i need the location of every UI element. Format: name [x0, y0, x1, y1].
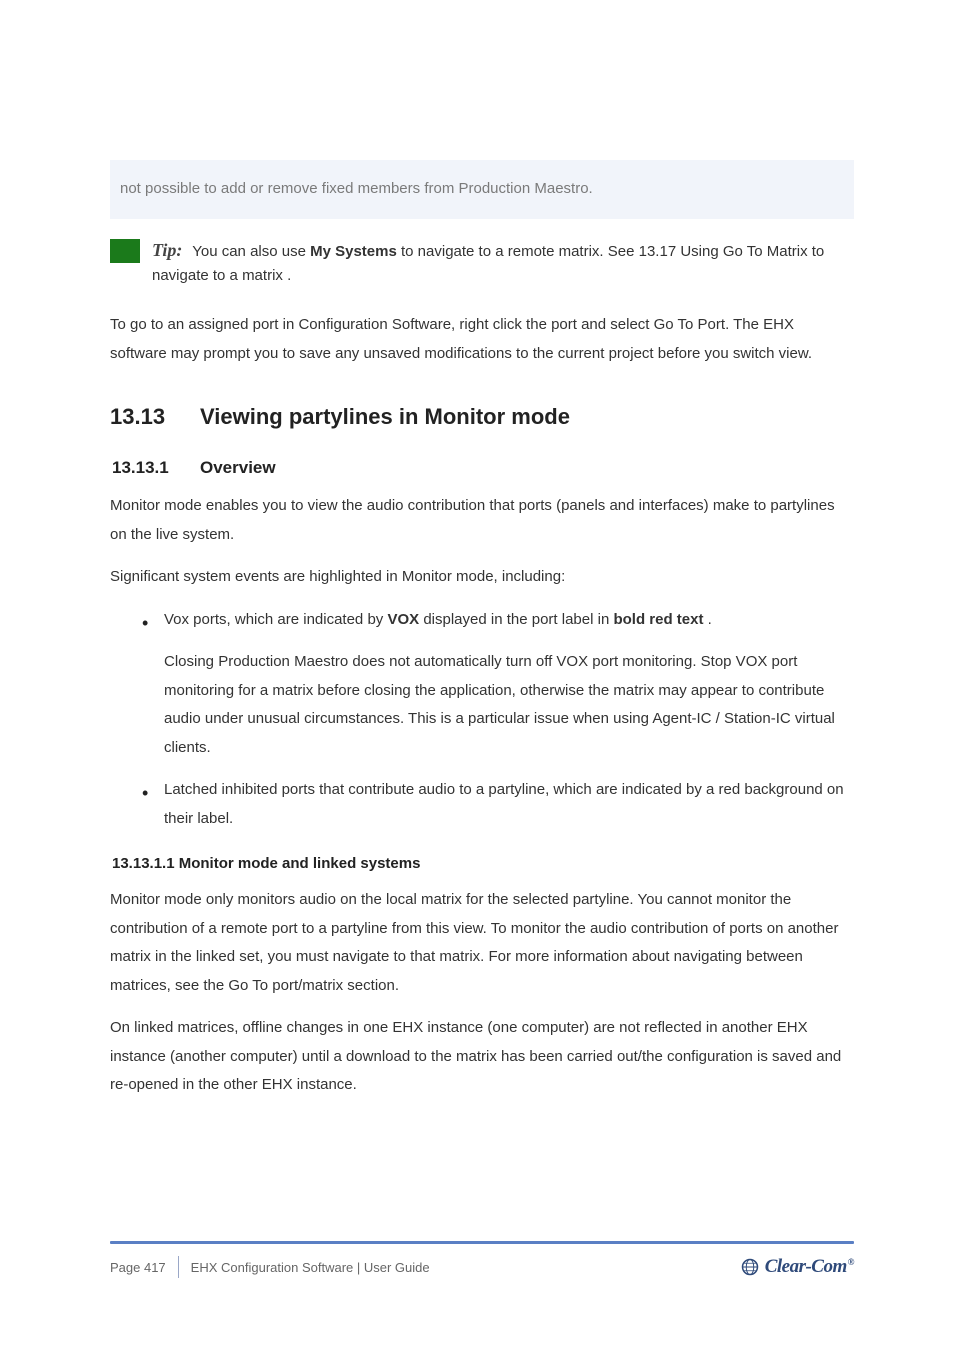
- tip-content: Tip: You can also use My Systems to navi…: [152, 237, 854, 288]
- subsection-number: 13.13.1: [112, 458, 182, 478]
- callout-note: not possible to add or remove fixed memb…: [110, 160, 854, 219]
- bullet-text-1a: Vox ports, which are indicated by: [164, 611, 387, 628]
- list-item: Vox ports, which are indicated by VOX di…: [142, 606, 854, 763]
- tip-row: Tip: You can also use My Systems to navi…: [110, 237, 854, 288]
- tip-bold: My Systems: [310, 243, 397, 260]
- linked-para-1: Monitor mode only monitors audio on the …: [110, 886, 854, 1000]
- bullet-text-1d: Closing Production Maestro does not auto…: [164, 653, 835, 756]
- section-title: Viewing partylines in Monitor mode: [200, 404, 570, 430]
- page-footer: Page 417 EHX Configuration Software | Us…: [0, 1241, 954, 1282]
- subsubsection-heading: 13.13.1.1 Monitor mode and linked system…: [110, 855, 854, 872]
- tip-label: Tip:: [152, 240, 182, 260]
- linked-para-2: On linked matrices, offline changes in o…: [110, 1014, 854, 1100]
- intro-paragraph: To go to an assigned port in Configurati…: [110, 310, 854, 369]
- callout-text: not possible to add or remove fixed memb…: [120, 180, 593, 197]
- footer-doc-title: EHX Configuration Software | User Guide: [191, 1260, 741, 1275]
- section-heading-13-13: 13.13 Viewing partylines in Monitor mode: [110, 404, 854, 430]
- bullet-text-1c: .: [708, 611, 712, 628]
- tip-body-3: .: [287, 267, 291, 284]
- section-number: 13.13: [110, 404, 180, 430]
- list-item: Latched inhibited ports that contribute …: [142, 776, 854, 833]
- bullet-text-1b: displayed in the port label in: [423, 611, 613, 628]
- bullet-list: Vox ports, which are indicated by VOX di…: [110, 606, 854, 834]
- subsection-title: Overview: [200, 458, 276, 478]
- logo-globe-icon: [741, 1258, 759, 1276]
- bullet-bold-red: bold red text: [613, 611, 703, 628]
- bullet-text-2: Latched inhibited ports that contribute …: [164, 781, 844, 827]
- footer-divider: [178, 1256, 179, 1278]
- subsection-heading-13-13-1: 13.13.1 Overview: [110, 458, 854, 478]
- overview-para-1: Monitor mode enables you to view the aud…: [110, 492, 854, 549]
- page-number: Page 417: [110, 1260, 178, 1275]
- brand-logo: Clear-Com®: [741, 1256, 854, 1278]
- overview-para-2: Significant system events are highlighte…: [110, 563, 854, 592]
- tip-body-2: to navigate to a remote matrix. See: [401, 243, 639, 260]
- tip-marker-icon: [110, 239, 140, 263]
- tip-body-1: You can also use: [192, 243, 310, 260]
- footer-rule-top: [110, 1241, 854, 1244]
- brand-name: Clear-Com®: [765, 1256, 854, 1278]
- bullet-bold-vox: VOX: [387, 611, 419, 628]
- footer-row: Page 417 EHX Configuration Software | Us…: [110, 1252, 854, 1282]
